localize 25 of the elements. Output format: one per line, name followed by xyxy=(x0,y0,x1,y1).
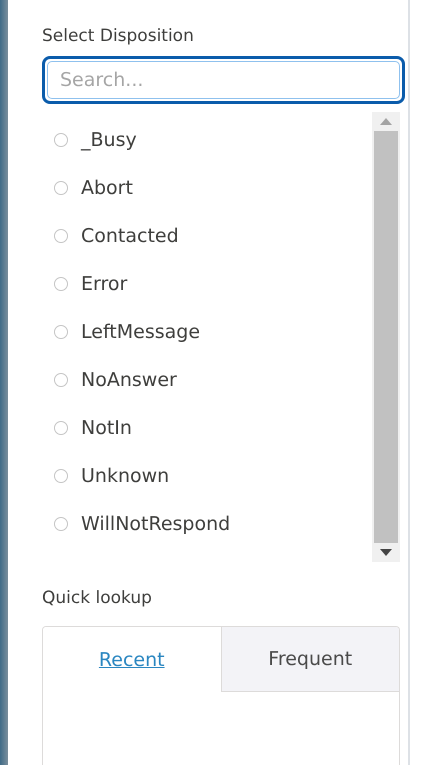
option-label[interactable]: Error xyxy=(81,273,128,295)
scrollbar[interactable] xyxy=(372,112,400,562)
radio-button[interactable] xyxy=(54,421,68,435)
option-label[interactable]: NoAnswer xyxy=(81,369,177,391)
tab[interactable]: Frequent xyxy=(220,627,399,692)
option-label[interactable]: NotIn xyxy=(81,417,132,439)
scroll-up-icon[interactable] xyxy=(380,118,392,125)
search-field[interactable]: Search... xyxy=(42,56,405,104)
radio-button[interactable] xyxy=(54,469,68,483)
radio-button[interactable] xyxy=(54,373,68,387)
section-title: Select Disposition xyxy=(42,26,195,48)
radio-button[interactable] xyxy=(54,229,68,243)
option-label[interactable]: LeftMessage xyxy=(81,321,200,343)
radio-button[interactable] xyxy=(54,517,68,531)
option-label[interactable]: WillNotRespond xyxy=(81,513,230,535)
scroll-down-icon[interactable] xyxy=(380,549,392,556)
option-label[interactable]: Abort xyxy=(81,177,133,199)
radio-button[interactable] xyxy=(54,181,68,195)
radio-button[interactable] xyxy=(54,325,68,339)
section-title: Quick lookup xyxy=(42,588,153,610)
option-label[interactable]: Unknown xyxy=(81,465,170,487)
option-label[interactable]: _Busy xyxy=(81,129,137,151)
radio-button[interactable] xyxy=(54,133,68,147)
option-label[interactable]: Contacted xyxy=(81,225,179,247)
radio-button[interactable] xyxy=(54,277,68,291)
